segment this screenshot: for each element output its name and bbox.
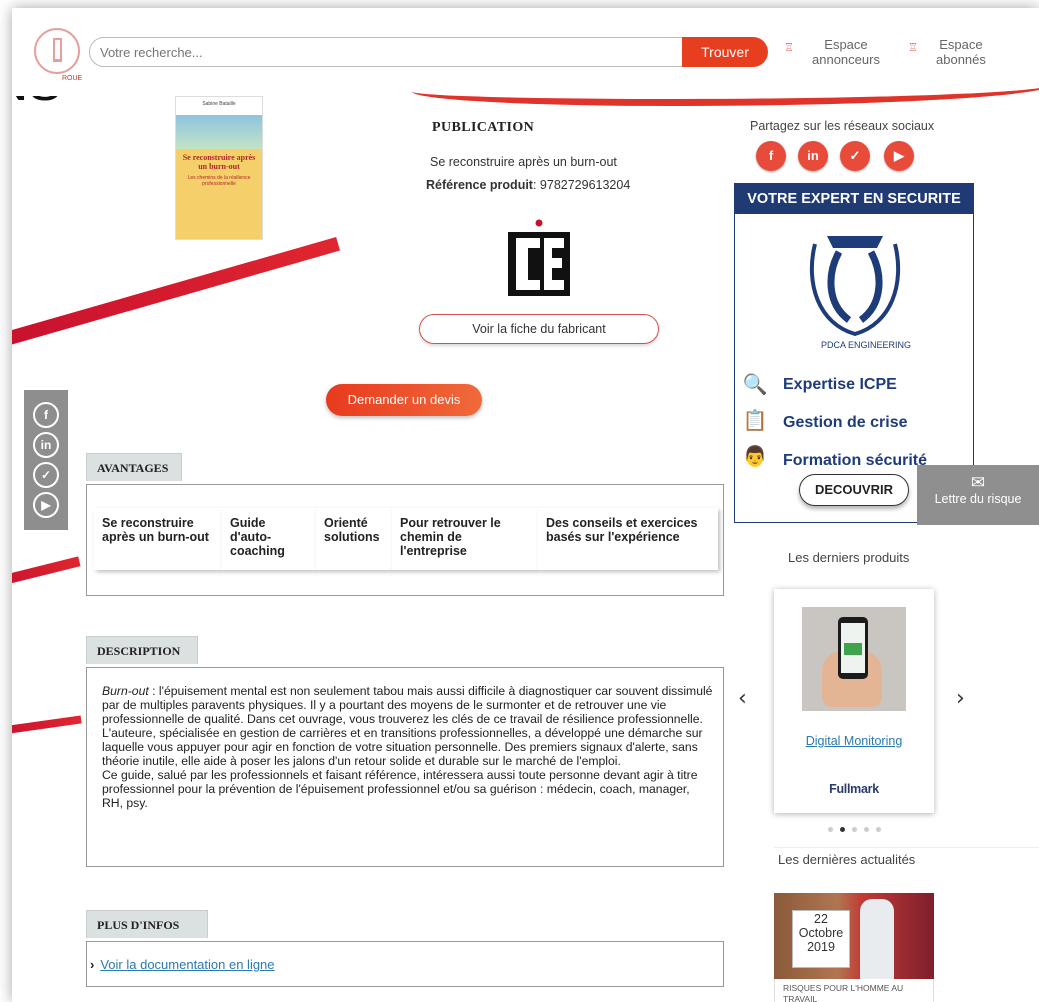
news-year: 2019 bbox=[807, 940, 835, 954]
instructor-icon: 👨 bbox=[742, 446, 768, 468]
carousel-dot[interactable] bbox=[852, 827, 857, 832]
youtube-icon[interactable]: ▶ bbox=[33, 492, 59, 518]
book-subtitle: Les chemins de la résilience professionn… bbox=[187, 175, 251, 187]
facebook-icon[interactable]: f bbox=[33, 402, 59, 428]
manufacturer-logo bbox=[508, 219, 570, 296]
espace-annonceurs-link[interactable]: ♖ Espace annonceurs bbox=[784, 37, 880, 67]
twitter-icon[interactable]: ✓ bbox=[33, 462, 59, 488]
description-tab: DESCRIPTION bbox=[86, 636, 198, 664]
envelope-icon: ✉ bbox=[970, 473, 986, 492]
search-input[interactable] bbox=[89, 37, 684, 67]
latest-products-title: Les derniers produits bbox=[788, 550, 910, 565]
expert-item: Gestion de crise bbox=[783, 414, 908, 431]
book-author: Sabine Bataille bbox=[202, 101, 236, 107]
expert-item: Formation sécurité bbox=[783, 452, 928, 469]
phone-shape bbox=[838, 617, 868, 679]
logo-text: ROUE bbox=[62, 75, 83, 82]
product-brand: Fullmark bbox=[829, 782, 879, 796]
latest-news-title: Les dernières actualités bbox=[778, 852, 916, 867]
abonnes-line2: abonnés bbox=[936, 52, 986, 67]
annonceurs-line1: Espace bbox=[824, 37, 868, 52]
annonceurs-line2: annonceurs bbox=[812, 52, 880, 67]
carousel-dot[interactable] bbox=[828, 827, 833, 832]
request-quote-button[interactable]: Demander un devis bbox=[326, 384, 482, 416]
news-day: 22 bbox=[814, 912, 828, 926]
pdca-logo-text: PDCA ENGINEERING bbox=[821, 340, 911, 350]
clipboard-icon: 📋 bbox=[742, 410, 768, 432]
description-paragraph: Burn-out : l'épuisement mental est non s… bbox=[102, 684, 714, 726]
lighthouse-icon bbox=[53, 38, 62, 62]
red-stripe bbox=[12, 237, 340, 350]
linkedin-icon[interactable]: in bbox=[33, 432, 59, 458]
header-red-curve bbox=[412, 70, 1039, 106]
advantage-card: Guide d'auto-coaching bbox=[222, 508, 316, 570]
product-image bbox=[802, 607, 906, 711]
news-caption[interactable]: RISQUES POUR L'HOMME AU TRAVAIL bbox=[774, 979, 934, 1002]
site-logo[interactable]: ROUE bbox=[34, 28, 82, 82]
documentation-link-text[interactable]: Voir la documentation en ligne bbox=[100, 957, 274, 972]
publication-heading: PUBLICATION bbox=[432, 120, 535, 135]
carousel-dots bbox=[828, 819, 888, 832]
reference-value: : 9782729613204 bbox=[532, 178, 631, 192]
advantage-card: Des conseils et exercices basés sur l'ex… bbox=[538, 508, 718, 570]
description-emphasis: Burn-out bbox=[102, 684, 149, 698]
book-title: Se reconstruire après un burn-out bbox=[182, 153, 256, 171]
top-header: ROUE Trouver ♖ Espace annonceurs ♖ Espac… bbox=[12, 8, 1039, 106]
expert-item: Expertise ICPE bbox=[783, 376, 897, 393]
description-text: Burn-out : l'épuisement mental est non s… bbox=[102, 684, 714, 810]
lighthouse-icon: ♖ bbox=[784, 42, 794, 54]
decouvrir-button[interactable]: DECOUVRIR bbox=[799, 474, 909, 506]
avantages-tab: AVANTAGES bbox=[86, 453, 182, 481]
carousel-prev-icon[interactable]: ‹ bbox=[738, 686, 747, 711]
phone-screen bbox=[841, 623, 865, 673]
chevron-right-icon: › bbox=[90, 957, 95, 972]
share-title: Partagez sur les réseaux sociaux bbox=[750, 119, 935, 133]
expert-ad-header: VOTRE EXPERT EN SECURITE bbox=[735, 184, 973, 214]
advantage-card: Se reconstruire après un burn-out bbox=[94, 508, 222, 570]
description-paragraph: L'auteure, spécialisée en gestion de car… bbox=[102, 726, 703, 768]
manufacturer-sheet-button[interactable]: Voir la fiche du fabricant bbox=[419, 314, 659, 344]
documentation-link[interactable]: › Voir la documentation en ligne bbox=[90, 957, 275, 972]
search-button[interactable]: Trouver bbox=[682, 37, 768, 67]
magnifier-icon: 🔍 bbox=[742, 374, 768, 396]
product-link[interactable]: Digital Monitoring bbox=[774, 734, 934, 748]
plus-infos-tab: PLUS D'INFOS bbox=[86, 910, 208, 938]
linkedin-icon[interactable]: in bbox=[798, 141, 828, 171]
news-date: 22 Octobre 2019 bbox=[792, 910, 850, 968]
newsletter-button[interactable]: ✉ Lettre du risque bbox=[917, 465, 1039, 525]
publication-name: Se reconstruire après un burn-out bbox=[430, 155, 617, 169]
publication-reference: Référence produit: 9782729613204 bbox=[426, 178, 630, 192]
twitter-icon[interactable]: ✓ bbox=[840, 141, 870, 171]
side-social-bar: f in ✓ ▶ bbox=[24, 390, 68, 530]
red-stripe bbox=[12, 556, 81, 588]
news-month: Octobre bbox=[798, 926, 844, 940]
product-card[interactable]: Digital Monitoring Fullmark bbox=[774, 589, 934, 813]
carousel-dot[interactable] bbox=[864, 827, 869, 832]
page: NS ROUE Trouver ♖ Espace annonceurs ♖ Es… bbox=[12, 8, 1039, 1002]
facebook-icon[interactable]: f bbox=[756, 141, 786, 171]
screen-block bbox=[844, 643, 862, 655]
pdca-logo: PDCA ENGINEERING bbox=[809, 236, 911, 350]
red-stripe bbox=[12, 715, 82, 736]
advantage-card: Pour retrouver le chemin de l'entreprise bbox=[392, 508, 538, 570]
book-cover: Sabine Bataille Se reconstruire après un… bbox=[175, 96, 263, 240]
newsletter-label: Lettre du risque bbox=[934, 492, 1022, 506]
news-person-shape bbox=[860, 899, 894, 979]
advantage-card: Orienté solutions bbox=[316, 508, 392, 570]
abonnes-line1: Espace bbox=[939, 37, 983, 52]
description-paragraph: Ce guide, salué par les professionnels e… bbox=[102, 768, 698, 810]
espace-abonnes-link[interactable]: ♖ Espace abonnés bbox=[908, 37, 986, 67]
carousel-dot[interactable] bbox=[876, 827, 881, 832]
lighthouse-icon: ♖ bbox=[908, 42, 918, 54]
carousel-next-icon[interactable]: › bbox=[956, 686, 965, 711]
reference-label: Référence produit bbox=[426, 178, 533, 192]
carousel-dot[interactable] bbox=[840, 827, 845, 832]
youtube-icon[interactable]: ▶ bbox=[884, 141, 914, 171]
description-para1: : l'épuisement mental est non seulement … bbox=[102, 684, 713, 726]
divider bbox=[774, 847, 1039, 848]
